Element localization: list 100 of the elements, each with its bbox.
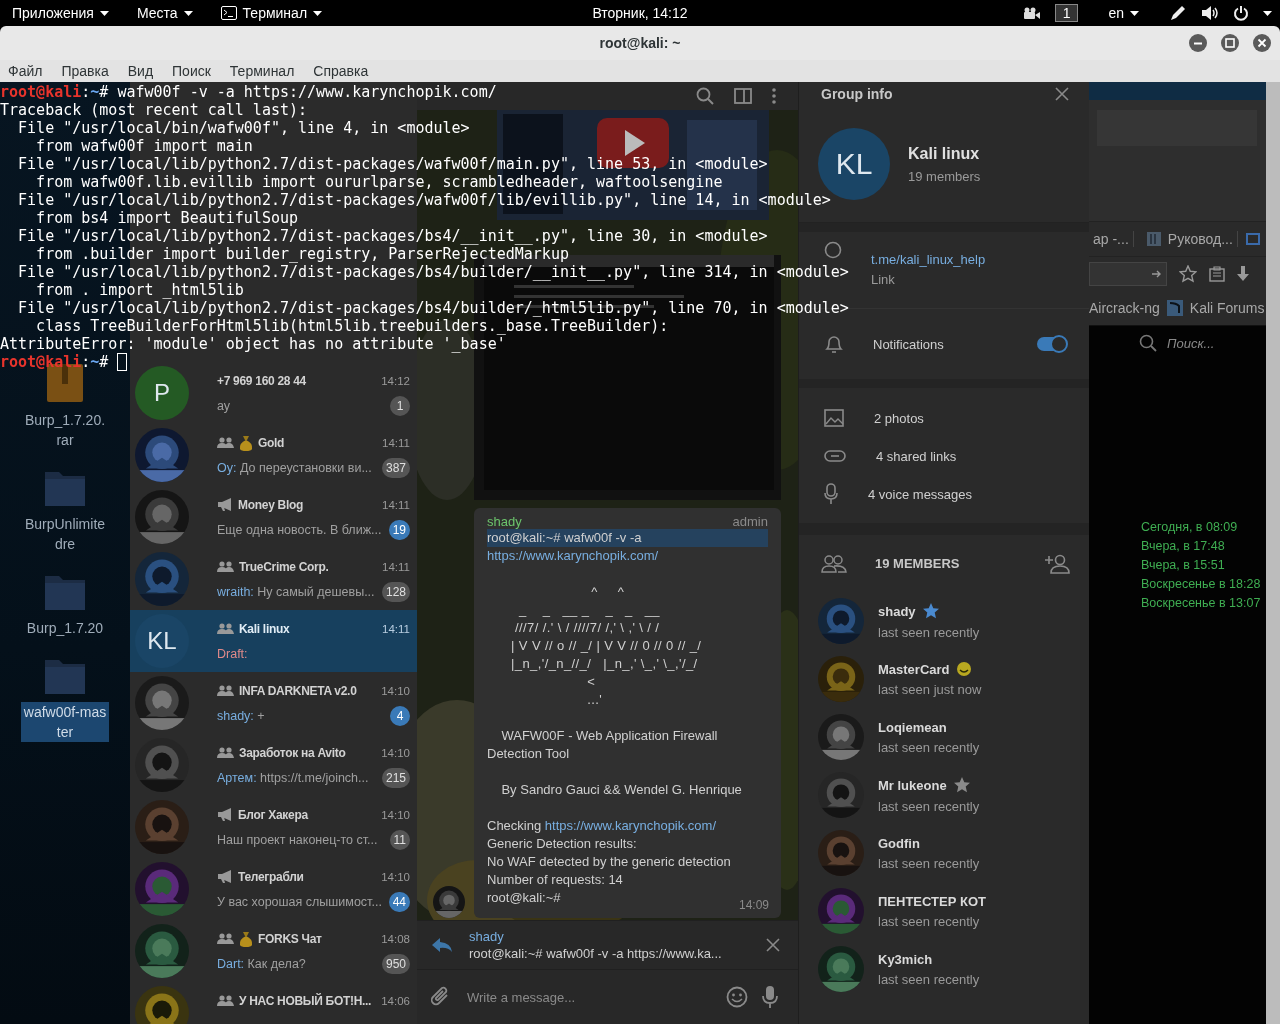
workspace-indicator[interactable]: 1	[1054, 4, 1079, 22]
microphone-icon	[824, 483, 838, 505]
avatar: P	[135, 366, 189, 420]
columns-icon[interactable]	[734, 88, 752, 104]
search-icon[interactable]	[696, 87, 714, 105]
terminal-line: File "/usr/local/bin/wafw00f", line 4, in <module>	[17, 119, 470, 137]
chat-name: Блог Хакера	[238, 807, 308, 822]
file-label[interactable]: wafw00f-master	[21, 702, 109, 742]
close-icon[interactable]	[766, 938, 780, 952]
date-text: Вчера, в 17:48	[1141, 538, 1226, 555]
file-label[interactable]: Burp_1.7.20.rar	[21, 410, 109, 450]
terminal-line: from . import _html5lib	[35, 281, 244, 299]
message-input[interactable]: Write a message...	[465, 988, 712, 1006]
close-button[interactable]	[1253, 34, 1271, 52]
date-text: Воскресенье в 18:28	[1141, 576, 1262, 593]
chat-time: 14:11	[382, 498, 410, 511]
member-name[interactable]: Mr lukeone	[878, 777, 947, 793]
bookmark[interactable]: Kali Forums	[1189, 300, 1265, 316]
link-caption: Link	[871, 272, 896, 287]
panel-menu[interactable]: Приложения	[6, 3, 115, 23]
chat-row[interactable]: Money Blog 14:11 Еще одна новость. В ближ... 19	[130, 486, 417, 548]
search-field[interactable]: Поиск...	[1133, 332, 1221, 354]
menu-item[interactable]: Файл	[8, 63, 49, 79]
add-user-icon[interactable]	[1044, 553, 1070, 574]
member-name[interactable]: ПЕНТЕСТЕР КОТ	[878, 893, 986, 909]
group-icon	[217, 747, 234, 758]
panel-menu[interactable]: Места	[130, 3, 199, 23]
member-status: last seen recently	[878, 855, 980, 871]
circle-icon	[824, 241, 842, 259]
menu-item[interactable]: Вид	[127, 63, 160, 79]
megaphone-icon	[217, 870, 233, 883]
media-label[interactable]: 4 shared links	[876, 448, 957, 464]
chat-preview: Артем: https://t.me/joinch...	[217, 770, 369, 785]
more-icon[interactable]	[772, 88, 776, 104]
download-icon[interactable]	[1237, 266, 1249, 282]
member-name[interactable]: Ky3mich	[878, 951, 933, 967]
chat-name: Телеграбли	[238, 869, 304, 884]
chat-row[interactable]: Gold 14:11 Оу: До переустановки ви... 387	[130, 424, 417, 486]
chat-row[interactable]: Заработок на Avito 14:10 Артем: https://t.me/joinch... 215	[130, 734, 417, 796]
panel-title: Group info	[821, 86, 893, 102]
chat-row[interactable]: FORKS Чат 14:08 Dart: Как дела? 950	[130, 920, 417, 982]
terminal-line: from bs4 import BeautifulSoup	[35, 209, 298, 227]
chat-row[interactable]: P +7 969 160 28 44 14:12 ау 1	[130, 362, 417, 424]
member-name[interactable]: MasterCard	[878, 661, 950, 677]
caret-icon	[1263, 10, 1272, 16]
chat-name: INFA DARKNETA v2.0	[239, 683, 357, 698]
group-name: Kali linux	[908, 144, 981, 163]
scrollbar[interactable]	[1266, 82, 1280, 1024]
clock[interactable]: Вторник, 14:12	[592, 5, 688, 21]
chat-row[interactable]: INFA DARKNETA v2.0 14:10 shady: + 4	[130, 672, 417, 734]
menu-item[interactable]: Справка	[313, 63, 375, 79]
bookmark[interactable]: Aircrack-ng	[1089, 300, 1160, 316]
terminal-prompt: root@kali:~# wafw00f -v -a https://www.karynchopik.com/	[0, 83, 497, 101]
chat-row[interactable]: Телеграбли 14:10 У вас хорошая слышимост... 44	[130, 858, 417, 920]
language-menu[interactable]: en	[1108, 5, 1139, 21]
search-icon	[1139, 334, 1157, 352]
group-icon	[217, 623, 234, 634]
browser-tab[interactable]: Руковод...	[1141, 231, 1238, 247]
address-field[interactable]	[1089, 262, 1167, 286]
power-icon	[1233, 5, 1249, 21]
member-count: 19 members	[908, 168, 981, 184]
paperclip-icon[interactable]	[431, 986, 451, 1008]
menu-item[interactable]: Терминал	[229, 63, 301, 79]
smiley-icon[interactable]	[726, 986, 748, 1008]
media-label[interactable]: 4 voice messages	[868, 486, 973, 502]
reply-sender: shady	[469, 929, 505, 944]
menu-item[interactable]: Правка	[61, 63, 115, 79]
chat-time: 14:11	[382, 560, 410, 573]
member-name[interactable]: Loqiemean	[878, 719, 947, 735]
group-icon	[217, 437, 234, 448]
chat-preview: Оу: До переустановки ви...	[217, 460, 372, 475]
close-icon[interactable]	[1055, 87, 1069, 101]
chat-preview: Dart: Как дела?	[217, 956, 306, 971]
member-name[interactable]: Godfin	[878, 835, 920, 851]
chat-row[interactable]: KL Kali linux 14:11 Draft:	[130, 610, 417, 672]
bookmark-star-icon[interactable]	[1179, 265, 1197, 283]
file-label[interactable]: Burp_1.7.20	[21, 618, 109, 638]
invite-link[interactable]: t.me/kali_linux_help	[871, 252, 986, 267]
clipboard-icon[interactable]	[1209, 266, 1225, 282]
menu-item[interactable]: Поиск	[172, 63, 217, 79]
chat-name: +7 969 160 28 44	[217, 373, 306, 388]
chat-row[interactable]: TrueCrime Corp. 14:11 wraith: Ну самый дешевы... 128	[130, 548, 417, 610]
notifications-toggle[interactable]	[1037, 337, 1067, 351]
chat-name: У НАС НОВЫЙ БОТ!Н...	[239, 993, 372, 1008]
caret-icon	[313, 10, 323, 16]
panel-menu[interactable]: Терминал	[214, 3, 329, 23]
maximize-button[interactable]	[1221, 34, 1239, 52]
file-label[interactable]: BurpUnlimitedre	[21, 514, 109, 554]
unread-badge: 44	[388, 891, 410, 912]
media-label[interactable]: 2 photos	[874, 410, 924, 426]
chat-row[interactable]: У НАС НОВЫЙ БОТ!Н... 14:06	[130, 982, 417, 1024]
chat-row[interactable]: Блог Хакера 14:10 Наш проект наконец-то ст... 11	[130, 796, 417, 858]
member-name[interactable]: shady	[878, 603, 916, 619]
go-arrow-icon[interactable]	[1152, 269, 1162, 279]
megaphone-icon	[217, 808, 233, 821]
browser-tab[interactable]: ар -...	[1089, 231, 1134, 247]
terminal-line: from .builder import builder_registry, ParserRejectedMarkup	[35, 245, 569, 263]
microphone-icon[interactable]	[762, 985, 778, 1009]
caret-icon	[1130, 10, 1139, 16]
minimize-button[interactable]	[1189, 34, 1207, 52]
